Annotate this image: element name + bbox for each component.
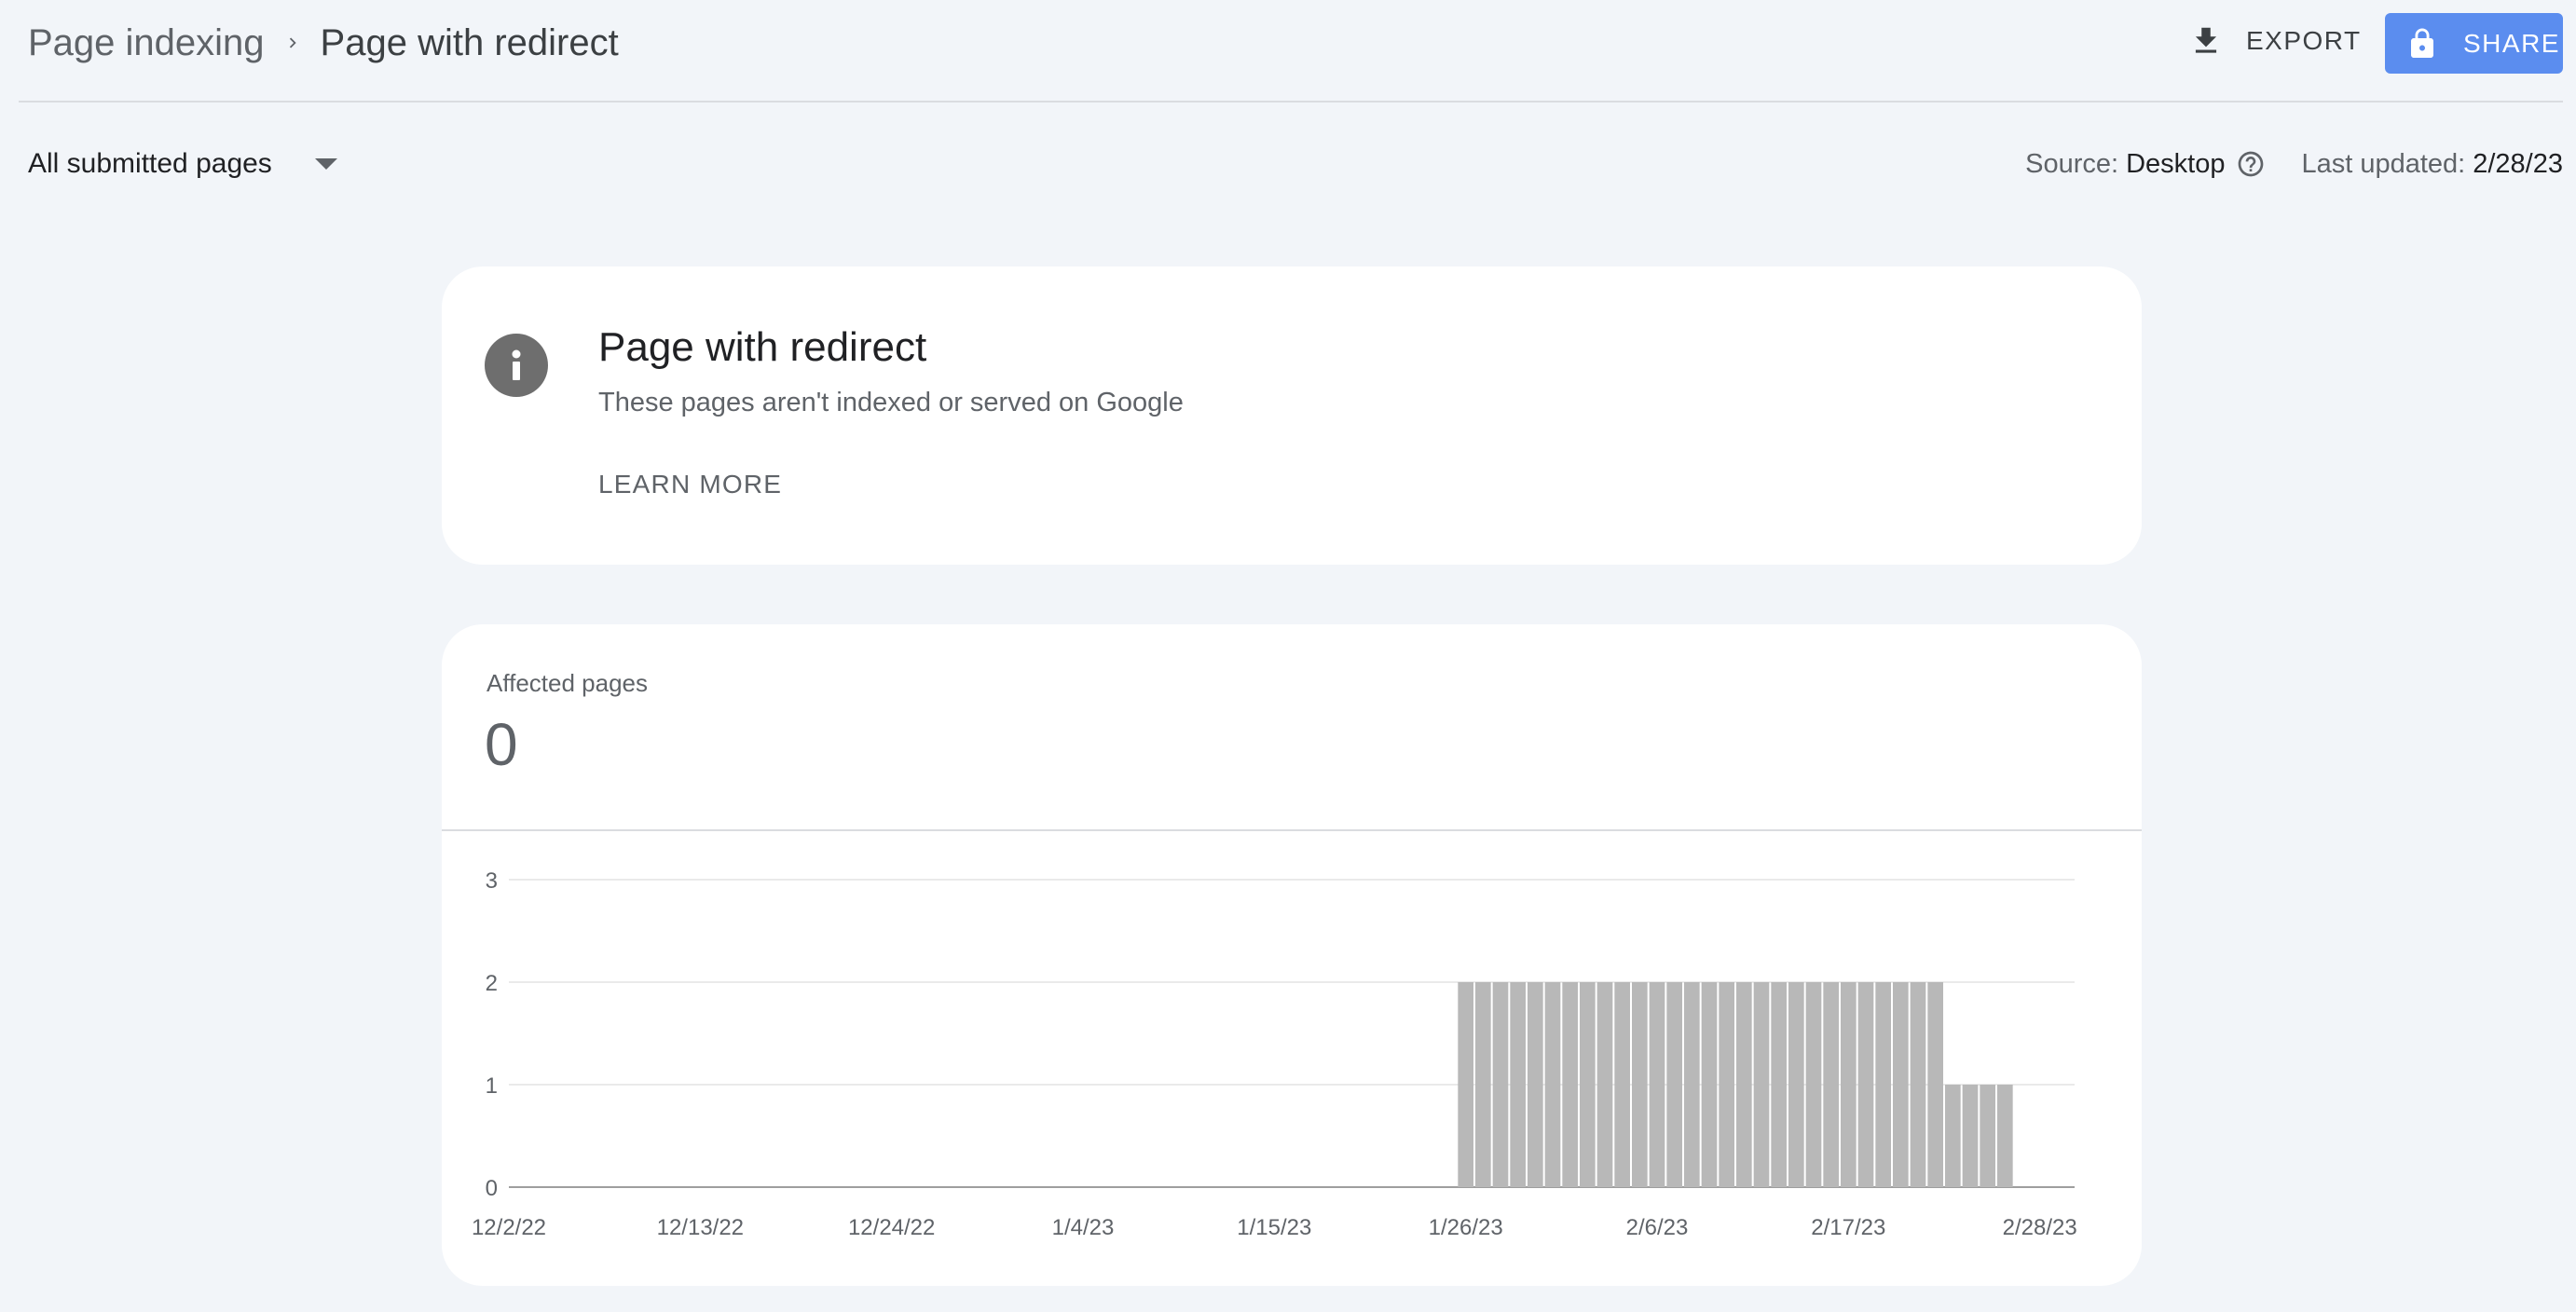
affected-pages-card: Affected pages 0 0 1 2 3 12/2/22 12/13/22 12/2… bbox=[442, 624, 2142, 1286]
chart-bar bbox=[1562, 982, 1578, 1187]
page-title: Page with redirect bbox=[320, 21, 619, 63]
chart-bar bbox=[1544, 982, 1561, 1187]
chart-bar bbox=[1666, 982, 1682, 1187]
chart-bar bbox=[1632, 982, 1648, 1187]
last-updated-value: 2/28/23 bbox=[2473, 148, 2563, 179]
caret-down-icon bbox=[313, 157, 339, 171]
export-button[interactable]: EXPORT bbox=[2188, 15, 2362, 67]
chart-bar bbox=[1701, 982, 1718, 1187]
breadcrumb-parent-link[interactable]: Page indexing bbox=[28, 22, 265, 64]
chart-bar bbox=[1997, 1085, 2013, 1187]
chart-bar bbox=[1475, 982, 1491, 1187]
chart-bar bbox=[1771, 982, 1787, 1187]
chart-bar bbox=[1893, 982, 1909, 1187]
last-updated-label: Last updated: bbox=[2301, 148, 2466, 179]
learn-more-link[interactable]: LEARN MORE bbox=[598, 470, 782, 499]
x-tick-label: 1/26/23 bbox=[1429, 1215, 1503, 1240]
x-tick-label: 2/6/23 bbox=[1626, 1215, 1689, 1240]
issue-title: Page with redirect bbox=[598, 324, 927, 370]
pages-filter-dropdown[interactable]: All submitted pages bbox=[28, 138, 339, 190]
x-tick-label: 12/24/22 bbox=[848, 1215, 935, 1240]
y-tick-label: 1 bbox=[486, 1073, 498, 1099]
chart-bar bbox=[1841, 982, 1857, 1187]
chevron-right-icon bbox=[265, 33, 321, 53]
lock-icon bbox=[2405, 25, 2439, 62]
chart-bar bbox=[1857, 982, 1874, 1187]
chart-bar bbox=[1805, 982, 1822, 1187]
info-icon bbox=[485, 334, 548, 397]
source-label: Source: bbox=[2025, 148, 2119, 179]
chart-bar bbox=[1980, 1085, 1995, 1187]
breadcrumb: Page indexing Page with redirect bbox=[28, 17, 619, 69]
x-tick-label: 2/17/23 bbox=[1811, 1215, 1885, 1240]
chart-bar bbox=[1580, 982, 1596, 1187]
source-value: Desktop bbox=[2126, 148, 2226, 179]
report-meta: Source: Desktop Last updated: 2/28/23 bbox=[2025, 138, 2563, 190]
chart-bar bbox=[1927, 982, 1943, 1187]
x-tick-label: 12/2/22 bbox=[472, 1215, 546, 1240]
share-label: SHARE bbox=[2463, 28, 2560, 58]
chart-bar bbox=[1945, 1085, 1961, 1187]
chart-bar bbox=[1823, 982, 1839, 1187]
x-tick-label: 2/28/23 bbox=[2003, 1215, 2077, 1240]
filter-selected-value: All submitted pages bbox=[28, 148, 272, 179]
chart-bar bbox=[1458, 982, 1473, 1187]
chart-bar bbox=[1596, 982, 1613, 1187]
chart-bar bbox=[1719, 982, 1734, 1187]
share-button[interactable]: SHARE bbox=[2385, 13, 2563, 74]
chart-bar bbox=[1875, 982, 1891, 1187]
download-icon bbox=[2188, 23, 2224, 59]
affected-pages-chart: 0 1 2 3 12/2/22 12/13/22 12/24/22 1/4/23 1/15/23… bbox=[472, 868, 2077, 1240]
chart-bar bbox=[1962, 1085, 1979, 1187]
x-tick-label: 12/13/22 bbox=[657, 1215, 744, 1240]
x-tick-label: 1/4/23 bbox=[1052, 1215, 1115, 1240]
chart-bar bbox=[1910, 982, 1926, 1187]
chart-bar bbox=[1614, 982, 1630, 1187]
chart-bar bbox=[1528, 982, 1543, 1187]
chart-bar bbox=[1510, 982, 1526, 1187]
chart-bar bbox=[1649, 982, 1665, 1187]
page-header: Page indexing Page with redirect EXPORT … bbox=[0, 0, 2576, 88]
y-tick-label: 2 bbox=[486, 971, 498, 996]
issue-info-card: Page with redirect These pages aren't in… bbox=[442, 266, 2142, 565]
y-tick-label: 0 bbox=[486, 1176, 498, 1201]
chart-bar bbox=[1492, 982, 1509, 1187]
chart-bar bbox=[1736, 982, 1752, 1187]
export-label: EXPORT bbox=[2246, 26, 2362, 55]
chart-bar bbox=[1684, 982, 1700, 1187]
y-tick-label: 3 bbox=[486, 868, 498, 894]
issue-description: These pages aren't indexed or served on … bbox=[598, 388, 1184, 417]
header-divider bbox=[19, 101, 2563, 102]
chart-bar bbox=[1788, 982, 1804, 1187]
chart-bar bbox=[1753, 982, 1770, 1187]
x-tick-label: 1/15/23 bbox=[1237, 1215, 1311, 1240]
help-circle-icon[interactable] bbox=[2236, 149, 2266, 179]
